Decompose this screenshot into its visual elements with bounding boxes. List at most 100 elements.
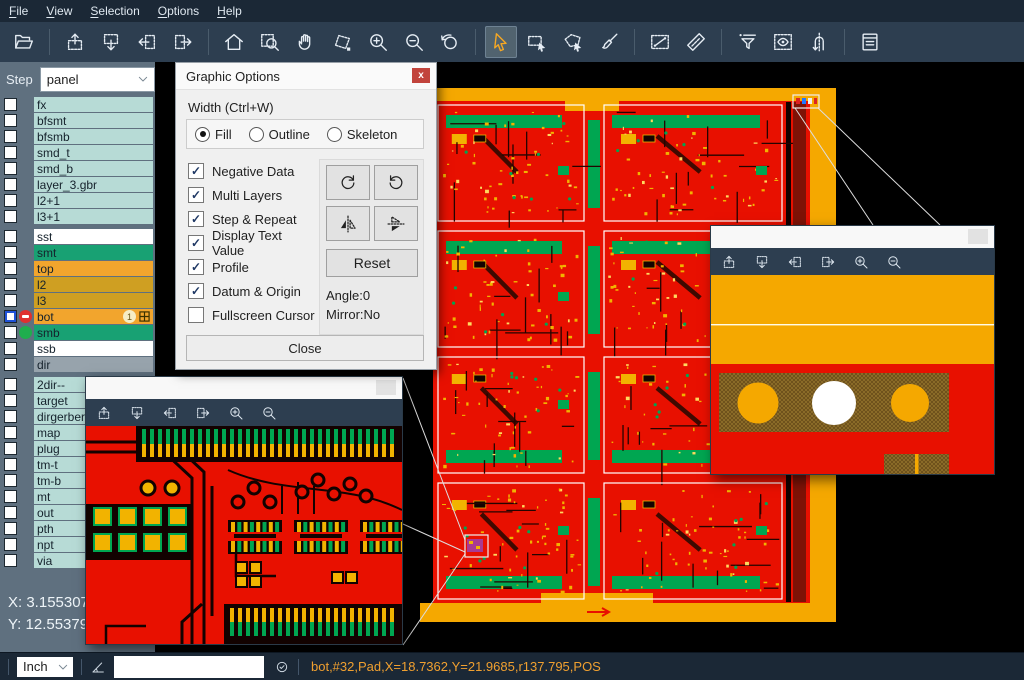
pan-down-button[interactable] [95, 26, 127, 58]
pan-left-button[interactable] [162, 405, 178, 421]
layer-checkbox[interactable] [4, 538, 17, 551]
zoom-in-button[interactable] [228, 405, 244, 421]
checkbox-profile[interactable]: Profile [188, 255, 316, 279]
open-file-button[interactable] [8, 26, 40, 58]
menu-selection[interactable]: Selection [81, 0, 148, 22]
window-button[interactable] [968, 229, 988, 244]
layer-checkbox[interactable] [4, 310, 17, 323]
layer-checkbox[interactable] [4, 130, 17, 143]
pan-right-button[interactable] [820, 254, 836, 270]
zoom-out-button[interactable] [261, 405, 277, 421]
polygon-select-button[interactable] [557, 26, 589, 58]
layer-checkbox[interactable] [4, 426, 17, 439]
zoom-window-left-titlebar[interactable] [86, 377, 402, 399]
zoom-out-button[interactable] [886, 254, 902, 270]
report-form-button[interactable] [854, 26, 886, 58]
rotate-ccw-button[interactable] [374, 165, 418, 200]
zoom-in-button[interactable] [853, 254, 869, 270]
layer-checkbox[interactable] [4, 162, 17, 175]
layer-row-bfsmt[interactable]: bfsmt [0, 113, 155, 128]
command-input[interactable] [114, 656, 264, 678]
layer-row-l2[interactable]: l2 [0, 277, 155, 292]
zoom-polygon-button[interactable] [326, 26, 358, 58]
zoom-window-button[interactable] [254, 26, 286, 58]
layer-row-layer_3.gbr[interactable]: layer_3.gbr [0, 177, 155, 192]
inspect-view-button[interactable] [767, 26, 799, 58]
layer-row-bfsmb[interactable]: bfsmb [0, 129, 155, 144]
menu-view[interactable]: View [37, 0, 81, 22]
menu-options[interactable]: Options [149, 0, 208, 22]
layer-row-bot[interactable]: bot1 [0, 309, 155, 324]
layer-checkbox[interactable] [4, 98, 17, 111]
layer-row-top[interactable]: top [0, 261, 155, 276]
checkbox-negative-data[interactable]: Negative Data [188, 159, 316, 183]
layer-checkbox[interactable] [4, 146, 17, 159]
radio-outline[interactable]: Outline [249, 127, 310, 142]
dialog-close-button[interactable]: x [412, 68, 430, 83]
rotate-cw-button[interactable] [326, 165, 370, 200]
menu-file[interactable]: File [0, 0, 37, 22]
home-button[interactable] [218, 26, 250, 58]
layer-checkbox[interactable] [4, 506, 17, 519]
checkbox-datum-origin[interactable]: Datum & Origin [188, 279, 316, 303]
checkbox-multi-layers[interactable]: Multi Layers [188, 183, 316, 207]
layer-row-smd_t[interactable]: smd_t [0, 145, 155, 160]
snap-uturn-button[interactable] [803, 26, 835, 58]
select-cursor-button[interactable] [485, 26, 517, 58]
step-select[interactable]: panel [40, 67, 155, 92]
pan-hand-button[interactable] [290, 26, 322, 58]
pan-up-button[interactable] [721, 254, 737, 270]
mirror-vertical-button[interactable] [326, 206, 370, 241]
layer-row-l3+1[interactable]: l3+1 [0, 209, 155, 224]
window-button[interactable] [376, 380, 396, 395]
layer-checkbox[interactable] [4, 210, 17, 223]
layer-checkbox[interactable] [4, 522, 17, 535]
layer-checkbox[interactable] [4, 262, 17, 275]
layer-checkbox[interactable] [4, 294, 17, 307]
zoom-previous-button[interactable] [434, 26, 466, 58]
pan-down-button[interactable] [129, 405, 145, 421]
menu-help[interactable]: Help [208, 0, 251, 22]
layer-checkbox[interactable] [4, 278, 17, 291]
layer-checkbox[interactable] [4, 410, 17, 423]
layer-checkbox[interactable] [4, 178, 17, 191]
layer-checkbox[interactable] [4, 442, 17, 455]
checkbox-display-text-value[interactable]: Display Text Value [188, 231, 316, 255]
layer-row-smb[interactable]: smb [0, 325, 155, 340]
layer-row-l2+1[interactable]: l2+1 [0, 193, 155, 208]
layer-checkbox[interactable] [4, 246, 17, 259]
layer-row-smt[interactable]: smt [0, 245, 155, 260]
brush-button[interactable] [593, 26, 625, 58]
pan-up-button[interactable] [59, 26, 91, 58]
radio-fill[interactable]: Fill [195, 127, 232, 142]
layer-checkbox[interactable] [4, 194, 17, 207]
layer-checkbox[interactable] [4, 378, 17, 391]
close-button[interactable]: Close [186, 335, 424, 361]
pan-up-button[interactable] [96, 405, 112, 421]
layer-checkbox[interactable] [4, 554, 17, 567]
layer-row-ssb[interactable]: ssb [0, 341, 155, 356]
layer-checkbox[interactable] [4, 490, 17, 503]
zoom-out-button[interactable] [398, 26, 430, 58]
layer-checkbox[interactable] [4, 474, 17, 487]
pan-left-button[interactable] [787, 254, 803, 270]
layer-checkbox[interactable] [4, 342, 17, 355]
mirror-horizontal-button[interactable] [374, 206, 418, 241]
rect-select-button[interactable] [521, 26, 553, 58]
zoom-detail-view[interactable] [86, 426, 402, 644]
pan-right-button[interactable] [195, 405, 211, 421]
filter-button[interactable] [731, 26, 763, 58]
pan-right-button[interactable] [167, 26, 199, 58]
layer-checkbox[interactable] [4, 458, 17, 471]
layer-row-fx[interactable]: fx [0, 97, 155, 112]
reset-button[interactable]: Reset [326, 249, 418, 277]
pan-down-button[interactable] [754, 254, 770, 270]
layer-checkbox[interactable] [4, 394, 17, 407]
layer-checkbox[interactable] [4, 230, 17, 243]
pan-left-button[interactable] [131, 26, 163, 58]
ruler-button[interactable] [680, 26, 712, 58]
layer-row-sst[interactable]: sst [0, 229, 155, 244]
zoom-window-right-titlebar[interactable] [711, 226, 994, 248]
zoom-in-button[interactable] [362, 26, 394, 58]
layer-checkbox[interactable] [4, 326, 17, 339]
